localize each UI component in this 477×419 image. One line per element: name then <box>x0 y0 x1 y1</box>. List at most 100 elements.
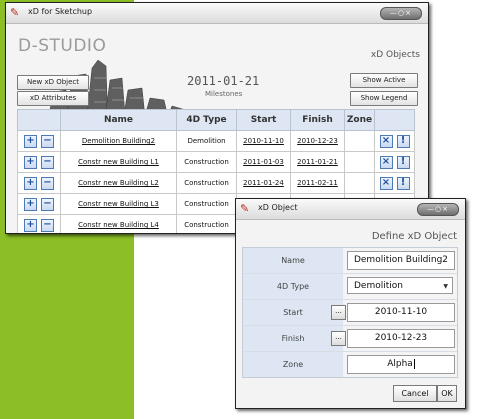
row-actions: ×! <box>374 172 415 194</box>
close-box-icon[interactable]: × <box>379 155 393 169</box>
show-active-button[interactable]: Show Active <box>350 73 418 88</box>
cell-type: Construction <box>176 193 237 215</box>
cell-start[interactable]: 2011-01-03 <box>236 151 291 173</box>
cell-zone <box>344 130 375 152</box>
start-field[interactable]: 2010-11-10 <box>347 303 455 322</box>
zone-value: Alpha <box>387 359 413 369</box>
window-controls[interactable]: —○× <box>380 7 422 20</box>
cell-finish[interactable]: 2011-02-11 <box>290 172 345 194</box>
show-legend-button[interactable]: Show Legend <box>350 91 418 106</box>
text-cursor <box>413 358 415 369</box>
object-name-link[interactable]: Constr new Building L2 <box>78 179 159 187</box>
type-label: 4D Type <box>243 274 343 299</box>
exclamation-icon[interactable]: ! <box>396 134 410 148</box>
row-actions: ×! <box>374 151 415 173</box>
cell-name[interactable]: Constr new Building L2 <box>60 172 177 194</box>
chevron-down-icon[interactable]: ▼ <box>443 278 448 293</box>
ok-button[interactable]: OK <box>437 385 457 402</box>
row-actions: ×! <box>374 130 415 152</box>
close-box-icon[interactable]: × <box>379 134 393 148</box>
start-row: Start ... 2010-11-10 <box>243 300 457 326</box>
minus-icon[interactable]: − <box>41 197 54 211</box>
xd-objects-heading: xD Objects <box>370 50 420 60</box>
finish-field[interactable]: 2010-12-23 <box>347 329 455 348</box>
object-name-link[interactable]: Demolition Building2 <box>82 137 155 145</box>
header-name[interactable]: Name <box>60 109 177 131</box>
row-controls: + − <box>17 193 61 215</box>
row-controls: + − <box>17 172 61 194</box>
start-label: Start <box>243 300 343 325</box>
minus-icon[interactable]: − <box>41 155 54 169</box>
plus-icon[interactable]: + <box>24 218 37 232</box>
cell-zone <box>344 151 375 173</box>
minus-icon[interactable]: − <box>41 134 54 148</box>
4d-type-select[interactable]: Demolition ▼ <box>347 277 453 294</box>
header-row-actions <box>374 109 415 131</box>
cell-name[interactable]: Demolition Building2 <box>60 130 177 152</box>
exclamation-icon[interactable]: ! <box>396 155 410 169</box>
object-form: Name Demolition Building2 4D Type Demoli… <box>242 247 458 378</box>
object-name-link[interactable]: Constr new Building L3 <box>78 200 159 208</box>
cell-name[interactable]: Constr new Building L3 <box>60 193 177 215</box>
main-window-title: xD for Sketchup <box>28 7 93 16</box>
start-date-link[interactable]: 2010-11-10 <box>243 137 284 145</box>
minus-icon[interactable]: − <box>41 176 54 190</box>
zone-row: Zone Alpha <box>243 352 457 377</box>
plus-icon[interactable]: + <box>24 197 37 211</box>
dialog-heading: Define xD Object <box>371 231 457 242</box>
dialog-window-controls[interactable]: —○× <box>417 203 459 216</box>
header-zone[interactable]: Zone <box>344 109 375 131</box>
milestone-date: 2011-01-21 <box>187 74 260 88</box>
object-name-link[interactable]: Constr new Building L4 <box>78 221 159 229</box>
cell-type: Construction <box>176 151 237 173</box>
minus-icon[interactable]: − <box>41 218 54 232</box>
new-xd-object-button[interactable]: New xD Object <box>17 75 89 90</box>
main-titlebar: ✎ xD for Sketchup —○× <box>6 3 428 24</box>
cell-start[interactable]: 2011-01-24 <box>236 172 291 194</box>
finish-date-link[interactable]: 2011-01-21 <box>297 158 338 166</box>
start-date-picker-button[interactable]: ... <box>331 305 346 320</box>
type-row: 4D Type Demolition ▼ <box>243 274 457 300</box>
start-date-link[interactable]: 2011-01-24 <box>243 179 284 187</box>
plus-icon[interactable]: + <box>24 176 37 190</box>
header-start[interactable]: Start <box>236 109 291 131</box>
cell-name[interactable]: Constr new Building L1 <box>60 151 177 173</box>
close-box-icon[interactable]: × <box>379 176 393 190</box>
xd-object-dialog: ✎ xD Object —○× Define xD Object Name De… <box>235 198 466 409</box>
finish-label: Finish <box>243 326 343 351</box>
table-header-row: Name 4D Type Start Finish Zone <box>17 109 415 131</box>
header-finish[interactable]: Finish <box>290 109 345 131</box>
cancel-button[interactable]: Cancel <box>393 385 437 402</box>
cell-finish[interactable]: 2011-01-21 <box>290 151 345 173</box>
finish-row: Finish ... 2010-12-23 <box>243 326 457 352</box>
start-date-link[interactable]: 2011-01-03 <box>243 158 284 166</box>
cell-finish[interactable]: 2010-12-23 <box>290 130 345 152</box>
name-field[interactable]: Demolition Building2 <box>347 251 455 270</box>
plus-icon[interactable]: + <box>24 155 37 169</box>
name-row: Name Demolition Building2 <box>243 248 457 274</box>
object-name-link[interactable]: Constr new Building L1 <box>78 158 159 166</box>
sketchup-logo-icon: ✎ <box>10 6 20 19</box>
finish-date-picker-button[interactable]: ... <box>331 331 346 346</box>
table-row: + − Demolition Building2 Demolition 2010-… <box>17 130 415 152</box>
dialog-titlebar: ✎ xD Object —○× <box>236 199 465 220</box>
finish-date-link[interactable]: 2011-02-11 <box>297 179 338 187</box>
exclamation-icon[interactable]: ! <box>396 176 410 190</box>
xd-attributes-button[interactable]: xD Attributes <box>17 91 89 106</box>
cell-zone <box>344 172 375 194</box>
plus-icon[interactable]: + <box>24 134 37 148</box>
row-controls: + − <box>17 151 61 173</box>
header-4d-type[interactable]: 4D Type <box>176 109 237 131</box>
dialog-title: xD Object <box>258 203 298 212</box>
cell-type: Construction <box>176 214 237 233</box>
zone-label: Zone <box>243 352 343 377</box>
zone-field[interactable]: Alpha <box>347 355 455 374</box>
cell-start[interactable]: 2010-11-10 <box>236 130 291 152</box>
name-label: Name <box>243 248 343 273</box>
finish-date-link[interactable]: 2010-12-23 <box>297 137 338 145</box>
sketchup-logo-icon: ✎ <box>240 202 250 215</box>
cell-type: Construction <box>176 172 237 194</box>
brand-title: D-STUDIO <box>18 36 107 56</box>
table-row: + − Constr new Building L2 Construction 2… <box>17 172 415 194</box>
cell-name[interactable]: Constr new Building L4 <box>60 214 177 233</box>
